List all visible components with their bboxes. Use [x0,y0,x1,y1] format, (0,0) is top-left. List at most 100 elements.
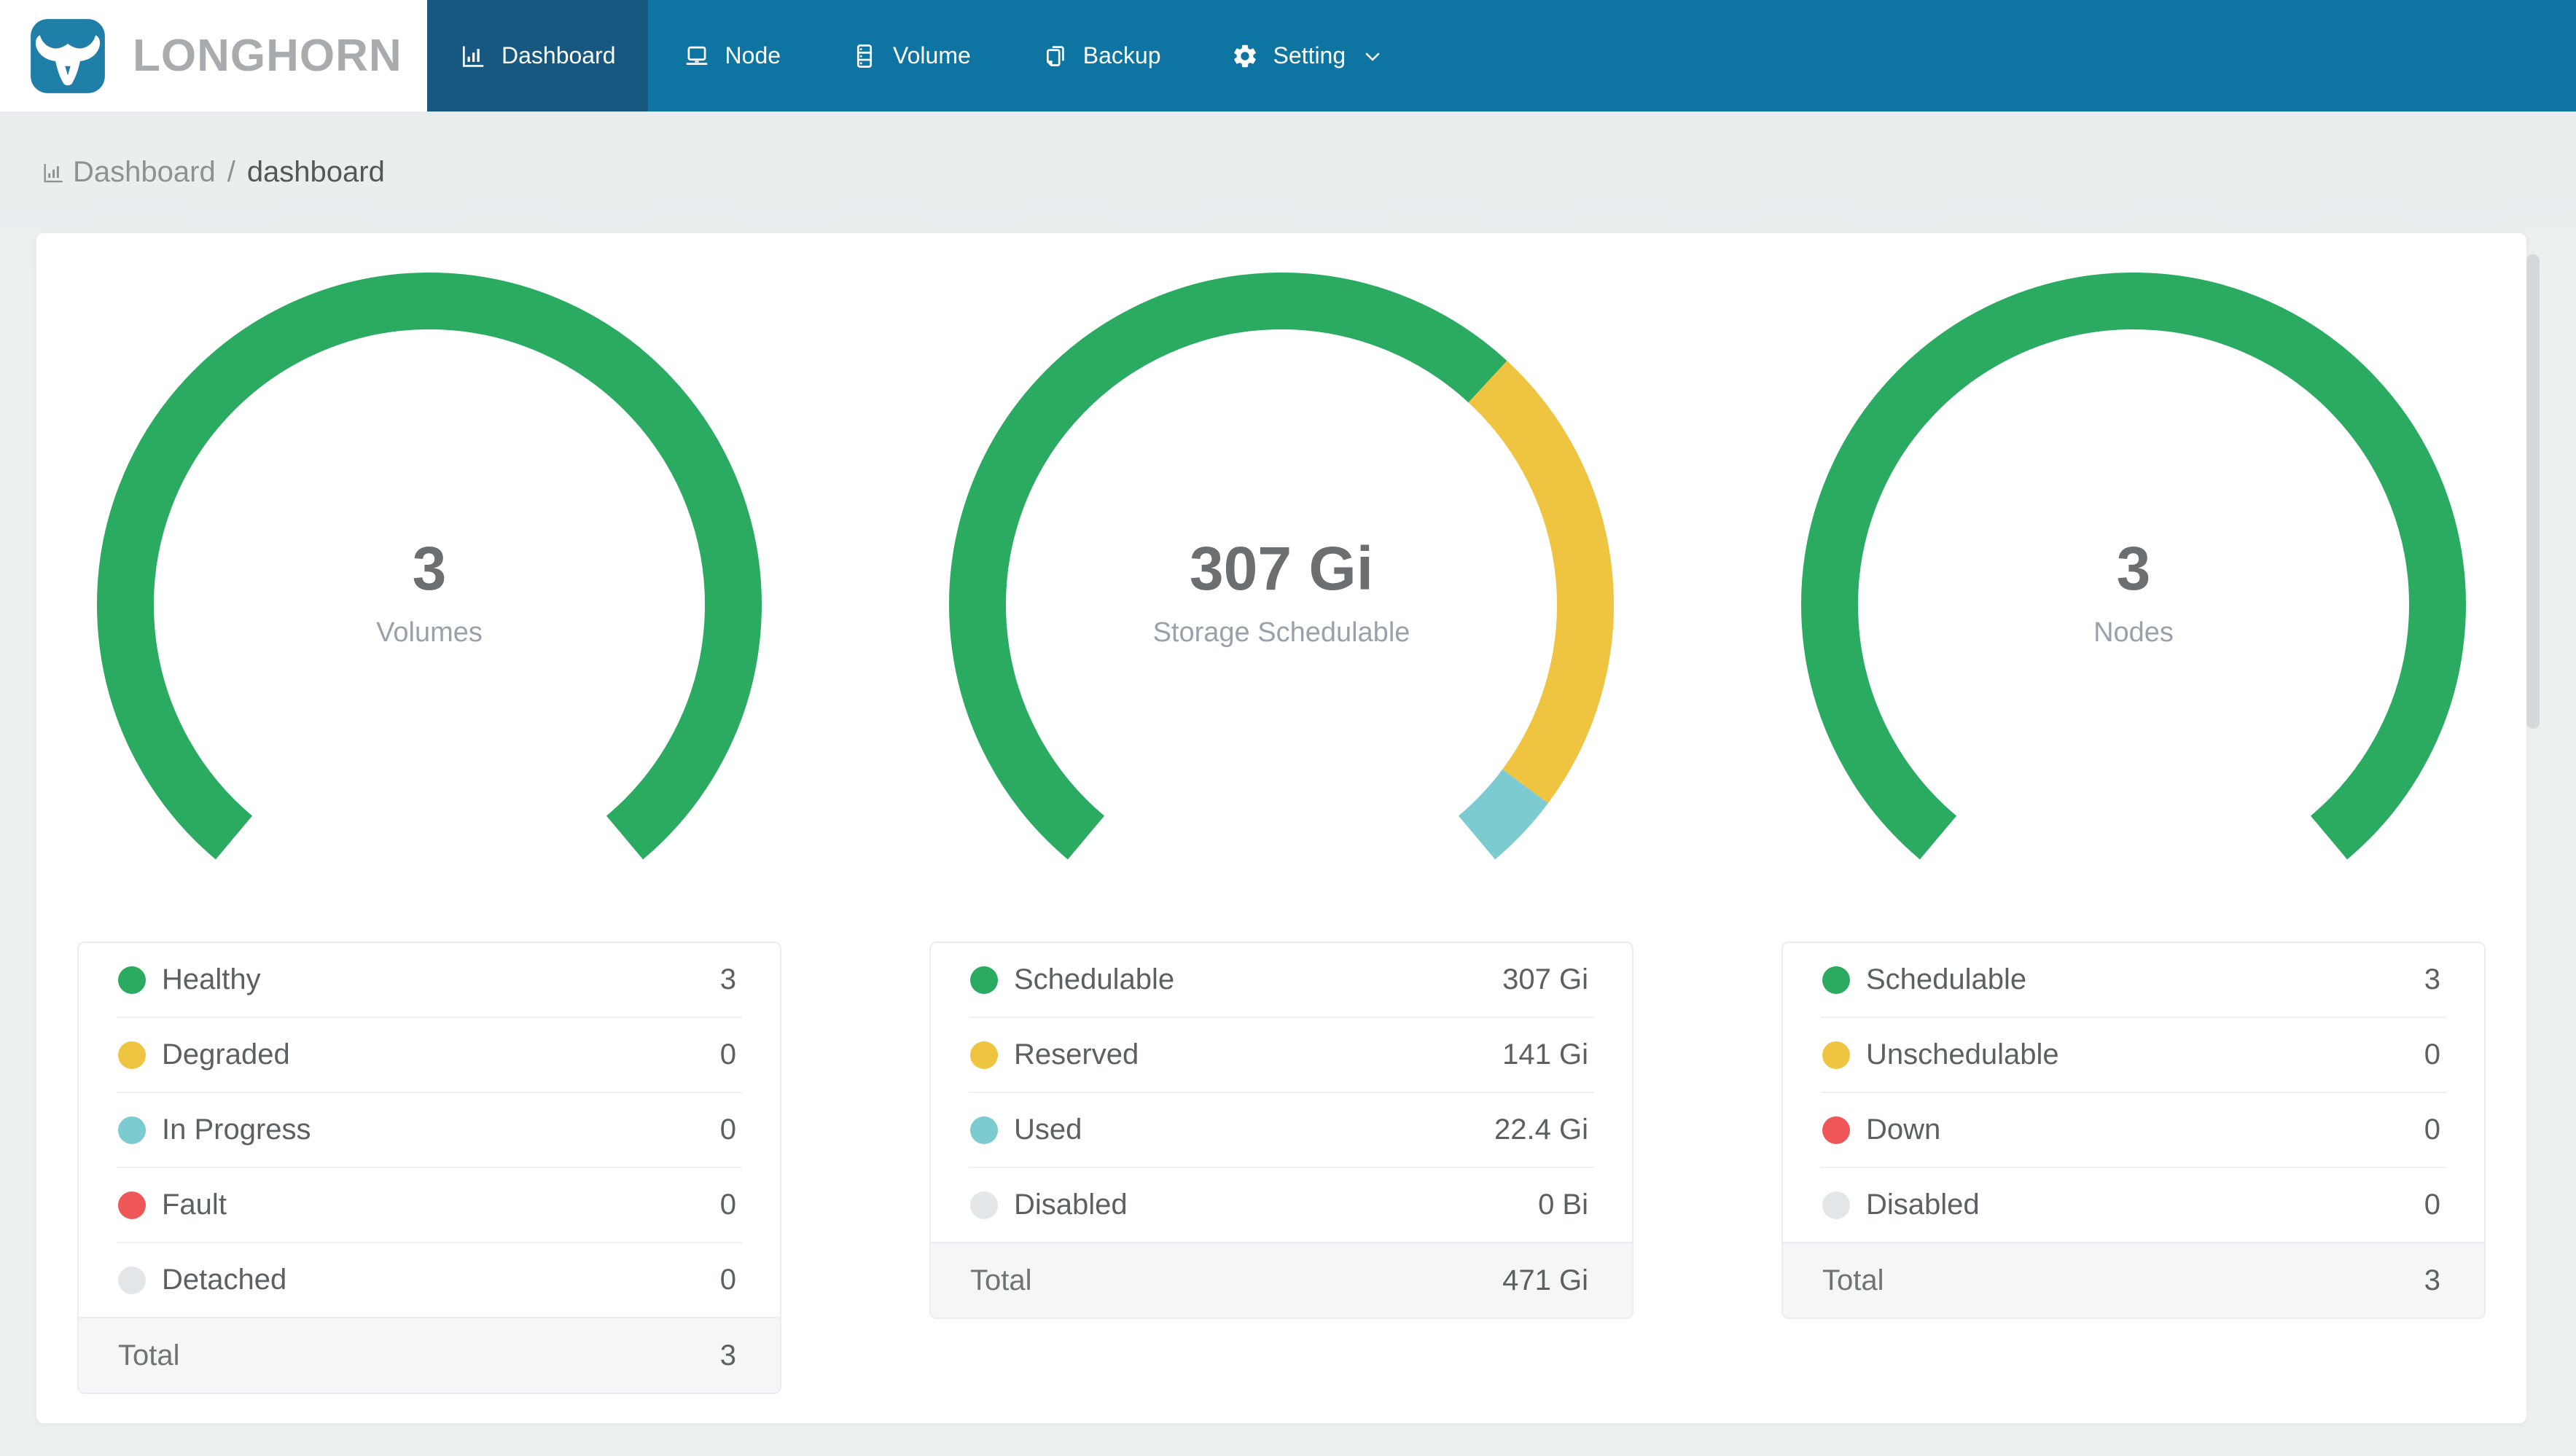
nav-item-setting[interactable]: Setting [1196,0,1419,111]
unschedulable-node-dot [1822,1041,1850,1069]
longhorn-logo[interactable]: LONGHORN [0,0,427,111]
breadcrumb-current: dashboard [246,156,385,188]
total-label: Total [970,1264,1032,1296]
node-icon [686,46,707,65]
vertical-scrollbar-thumb[interactable] [2526,254,2540,729]
fault-status-dot [118,1191,146,1219]
row-label: Reserved [1014,1038,1139,1071]
detached-status-dot [118,1266,146,1294]
schedulable-storage-dot [970,966,998,994]
row-label: Disabled [1866,1189,1980,1221]
setting-icon [1233,44,1256,67]
degraded-status-dot [118,1041,146,1069]
row-value: 22.4 Gi [1494,1113,1588,1146]
reserved-storage-dot [970,1041,998,1069]
longhorn-bull-icon [31,18,105,93]
row-value: 0 [719,1113,736,1146]
row-value: 0 Bi [1538,1189,1588,1221]
dashboard-icon [462,46,484,67]
inprogress-status-dot [118,1116,146,1144]
row-value: 0 [719,1038,736,1071]
row-value: 0 [2424,1038,2440,1071]
schedulable-node-dot [1822,966,1850,994]
row-value: 3 [719,963,736,995]
row-label: Fault [162,1189,227,1221]
table-row: Disabled 0 [1783,1168,2484,1242]
healthy-status-dot [118,966,146,994]
nav-label: Node [725,42,781,69]
row-value: 307 Gi [1502,963,1588,995]
total-value: 471 Gi [1502,1264,1588,1296]
breadcrumb-root-link[interactable]: Dashboard [73,156,216,189]
row-label: Disabled [1014,1189,1128,1221]
nav-label: Backup [1082,42,1161,69]
total-row: Total 471 Gi [931,1242,1632,1318]
app-header: LONGHORN Dashboard Node Volume Backup Se… [0,0,2576,111]
gauge-arc [949,273,1614,860]
disabled-node-dot [1822,1191,1850,1219]
row-label: Healthy [162,963,261,995]
table-row: Healthy 3 [79,943,780,1017]
row-label: Schedulable [1866,963,2027,995]
volume-icon [856,44,873,68]
volumes-gauge-chart[interactable]: 3 Volumes [79,255,779,942]
total-label: Total [118,1339,180,1371]
row-value: 0 [2424,1113,2440,1146]
table-row: Detached 0 [79,1243,780,1317]
total-value: 3 [719,1339,736,1371]
table-row: Schedulable 307 Gi [931,943,1632,1017]
nav-label: Dashboard [501,42,616,69]
disabled-storage-dot [970,1191,998,1219]
breadcrumb-separator: / [227,156,235,188]
row-value: 0 [719,1264,736,1296]
table-row: Unschedulable 0 [1783,1018,2484,1092]
storage-gauge-chart[interactable]: 307 Gi Storage Schedulable [932,255,1631,942]
table-row: Disabled 0 Bi [931,1168,1632,1242]
row-value: 0 [2424,1189,2440,1221]
table-row: In Progress 0 [79,1093,780,1167]
volume-status-table: Healthy 3 Degraded 0 In Progress 0 Fault… [77,942,781,1394]
row-label: Unschedulable [1866,1038,2059,1071]
table-row: Schedulable 3 [1783,943,2484,1017]
nav-item-volume[interactable]: Volume [816,0,1006,111]
dashboard-card: 3 Volumes Healthy 3 Degraded 0 In Progre… [36,233,2526,1423]
row-value: 141 Gi [1502,1038,1588,1071]
storage-panel: 307 Gi Storage Schedulable Schedulable 3… [929,233,1634,1423]
gauge-arc [97,273,762,860]
nav-item-node[interactable]: Node [648,0,816,111]
row-label: Down [1866,1113,1941,1146]
dashboard-chart-icon [41,160,66,185]
nav-label: Setting [1273,42,1346,69]
total-row: Total 3 [1783,1242,2484,1318]
row-label: In Progress [162,1113,311,1146]
row-label: Degraded [162,1038,290,1071]
chevron-down-icon [1365,52,1380,61]
table-row: Degraded 0 [79,1018,780,1092]
total-label: Total [1822,1264,1884,1296]
down-node-dot [1822,1116,1850,1144]
nav-item-dashboard[interactable]: Dashboard [427,0,648,111]
table-row: Used 22.4 Gi [931,1093,1632,1167]
row-label: Detached [162,1264,287,1296]
nav-label: Volume [893,42,971,69]
breadcrumb: Dashboard / dashboard [0,111,2576,233]
nav-item-backup[interactable]: Backup [1006,0,1196,111]
used-storage-dot [970,1116,998,1144]
main-nav: Dashboard Node Volume Backup Setting [427,0,1418,111]
row-value: 3 [2424,963,2440,995]
table-row: Fault 0 [79,1168,780,1242]
row-label: Used [1014,1113,1082,1146]
node-status-table: Schedulable 3 Unschedulable 0 Down 0 Dis… [1781,942,2486,1319]
volumes-panel: 3 Volumes Healthy 3 Degraded 0 In Progre… [77,233,781,1423]
row-value: 0 [719,1189,736,1221]
total-value: 3 [2424,1264,2440,1296]
gauge-arc [1801,273,2466,860]
nodes-panel: 3 Nodes Schedulable 3 Unschedulable 0 Do… [1781,233,2486,1423]
row-label: Schedulable [1014,963,1175,995]
backup-icon [1046,45,1064,66]
brand-name: LONGHORN [133,31,402,81]
table-row: Reserved 141 Gi [931,1018,1632,1092]
total-row: Total 3 [79,1317,780,1393]
table-row: Down 0 [1783,1093,2484,1167]
nodes-gauge-chart[interactable]: 3 Nodes [1784,255,2483,942]
